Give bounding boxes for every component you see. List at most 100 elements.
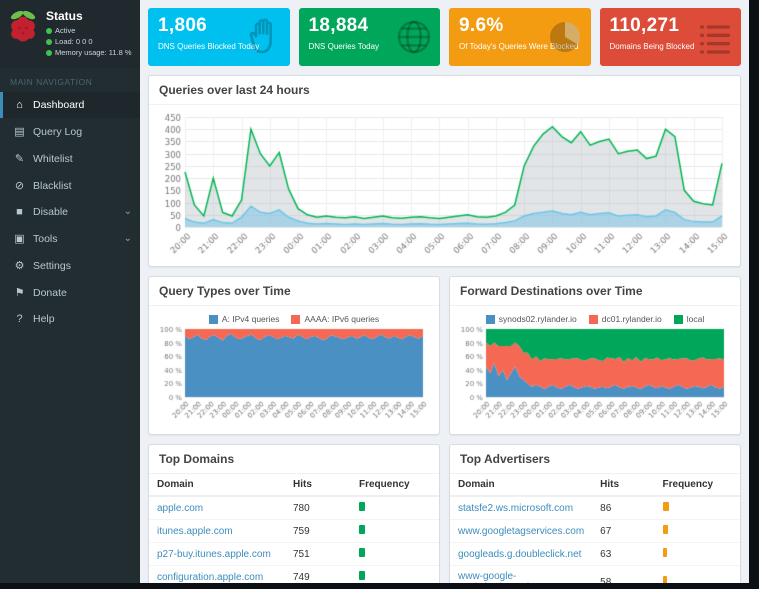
pie-icon (545, 17, 585, 57)
sidebar-item-dashboard[interactable]: ⌂ Dashboard (0, 92, 140, 118)
stat-card-2: 9.6% Of Today's Queries Were Blocked (449, 8, 591, 66)
sidebar-item-label: Whitelist (33, 152, 73, 165)
frequency-bar (662, 525, 668, 534)
hits-value: 751 (285, 542, 351, 566)
hits-value: 759 (285, 519, 351, 543)
table-row: p27-buy.itunes.apple.com 751 (149, 542, 439, 566)
list-icon (695, 17, 735, 57)
status-panel: Status Active Load: 0 0 0 Memory usage: 11… (46, 8, 132, 59)
sidebar-item-settings[interactable]: ⚙ Settings (0, 252, 140, 279)
pihole-logo-icon (10, 10, 36, 42)
domain-link[interactable]: apple.com (157, 503, 203, 514)
status-dot (46, 38, 52, 45)
table-row: statsfe2.ws.microsoft.com 86 (450, 496, 740, 520)
hits-value: 86 (592, 496, 655, 520)
legend-swatch (291, 314, 301, 324)
queries-chart-box: Queries over last 24 hours (148, 75, 741, 267)
frequency-bar (359, 548, 365, 557)
legend-swatch (208, 314, 218, 324)
table-row: apple.com 780 (149, 496, 439, 520)
column-header-domain[interactable]: Domain (149, 474, 285, 497)
stop-icon: ■ (16, 206, 23, 218)
legend-item[interactable]: A: IPv4 queries (208, 314, 279, 324)
status-text: Active (55, 26, 76, 35)
column-header-frequency[interactable]: Frequency (351, 474, 439, 497)
pencil-icon: ✎ (14, 153, 25, 165)
hits-value: 780 (285, 496, 351, 520)
brand[interactable]: Status Active Load: 0 0 0 Memory usage: 11… (0, 0, 140, 68)
domain-link[interactable]: p27-buy.itunes.apple.com (157, 549, 271, 560)
top-advertisers-title: Top Advertisers (450, 445, 740, 474)
top-advertisers-box: Top Advertisers Domain Hits Frequency stats… (449, 444, 741, 583)
table-row: googleads.g.doubleclick.net 63 (450, 542, 740, 566)
domain-link[interactable]: statsfe2.ws.microsoft.com (458, 503, 573, 514)
table-row: itunes.apple.com 759 (149, 519, 439, 543)
forward-destinations-chart[interactable] (456, 325, 728, 429)
sidebar-item-tools[interactable]: ▣ Tools ⌄ (0, 225, 140, 252)
stat-cards: 1,806 DNS Queries Blocked Today 18,884 DNS … (148, 8, 741, 66)
domain-link[interactable]: googleads.g.doubleclick.net (458, 549, 581, 560)
sidebar-item-help[interactable]: ? Help (0, 306, 140, 332)
sidebar-item-label: Blacklist (33, 179, 72, 192)
sidebar-item-donate[interactable]: ⚑ Donate (0, 279, 140, 306)
legend-item[interactable]: synods02.rylander.io (485, 314, 577, 324)
flag-icon: ⚑ (14, 287, 25, 299)
domain-link[interactable]: configuration.apple.com (157, 572, 263, 583)
query-types-chart[interactable] (155, 325, 427, 429)
table-row: www-google-analytics.l.google.com 58 (450, 565, 740, 583)
stat-card-1: 18,884 DNS Queries Today (298, 8, 440, 66)
stat-card-3: 110,271 Domains Being Blocked (599, 8, 741, 66)
hand-icon (244, 17, 284, 57)
sidebar-nav: ⌂ Dashboard ▤ Query Log ✎ Whitelist ⊘ Blacklist… (0, 92, 140, 332)
legend-swatch (673, 314, 683, 324)
status-text: Memory usage: 11.8 % (55, 48, 132, 57)
legend-item[interactable]: AAAA: IPv6 queries (291, 314, 379, 324)
column-header-domain[interactable]: Domain (450, 474, 593, 497)
sidebar-item-label: Disable (33, 206, 69, 218)
chevron-down-icon: ⌄ (123, 206, 132, 217)
legend-item[interactable]: local (673, 314, 704, 324)
frequency-bar (662, 548, 667, 557)
table-row: configuration.apple.com 749 (149, 565, 439, 583)
sidebar-item-blacklist[interactable]: ⊘ Blacklist (0, 172, 140, 199)
status-line: Active (46, 26, 132, 35)
status-line: Memory usage: 11.8 % (46, 48, 132, 57)
domain-link[interactable]: www.googletagservices.com (458, 526, 584, 537)
queries-over-time-chart[interactable] (155, 109, 732, 261)
sidebar-item-query-log[interactable]: ▤ Query Log (0, 118, 140, 145)
column-header-hits[interactable]: Hits (285, 474, 351, 497)
queries-chart-title: Queries over last 24 hours (149, 76, 740, 105)
file-icon: ▤ (14, 126, 25, 138)
hits-value: 67 (592, 519, 655, 543)
domain-link[interactable]: itunes.apple.com (157, 526, 233, 537)
sidebar-item-whitelist[interactable]: ✎ Whitelist (0, 145, 140, 172)
charts-row: Query Types over Time A: IPv4 queries AAA… (148, 267, 741, 435)
ban-icon: ⊘ (14, 180, 25, 192)
nav-header: MAIN NAVIGATION (10, 77, 93, 87)
hits-value: 749 (285, 565, 351, 583)
sidebar-item-disable[interactable]: ■ Disable ⌄ (0, 199, 140, 225)
query-types-box: Query Types over Time A: IPv4 queries AAA… (148, 276, 440, 435)
table-row: www.googletagservices.com 67 (450, 519, 740, 543)
top-domains-box: Top Domains Domain Hits Frequency apple.com… (148, 444, 440, 583)
status-text: Load: 0 0 0 (55, 37, 93, 46)
globe-icon (394, 17, 434, 57)
forward-destinations-box: Forward Destinations over Time synods02.… (449, 276, 741, 435)
stat-card-0: 1,806 DNS Queries Blocked Today (148, 8, 290, 66)
column-header-hits[interactable]: Hits (592, 474, 655, 497)
hits-value: 63 (592, 542, 655, 566)
question-icon: ? (16, 313, 23, 325)
sidebar: Status Active Load: 0 0 0 Memory usage: 11… (0, 0, 140, 583)
column-header-frequency[interactable]: Frequency (654, 474, 740, 497)
forward-destinations-title: Forward Destinations over Time (450, 277, 740, 306)
app-window: Status Active Load: 0 0 0 Memory usage: 11… (0, 0, 749, 583)
domain-link[interactable]: www-google-analytics.l.google.com (458, 571, 556, 583)
top-domains-table: Domain Hits Frequency apple.com 780 itunes.ap… (149, 474, 439, 583)
frequency-bar (359, 502, 365, 511)
query-types-title: Query Types over Time (149, 277, 439, 306)
sidebar-item-label: Help (33, 313, 55, 325)
legend-swatch (485, 314, 495, 324)
gears-icon: ⚙ (14, 260, 25, 272)
main-content: 1,806 DNS Queries Blocked Today 18,884 DNS … (140, 0, 749, 583)
legend-item[interactable]: dc01.rylander.io (588, 314, 662, 324)
